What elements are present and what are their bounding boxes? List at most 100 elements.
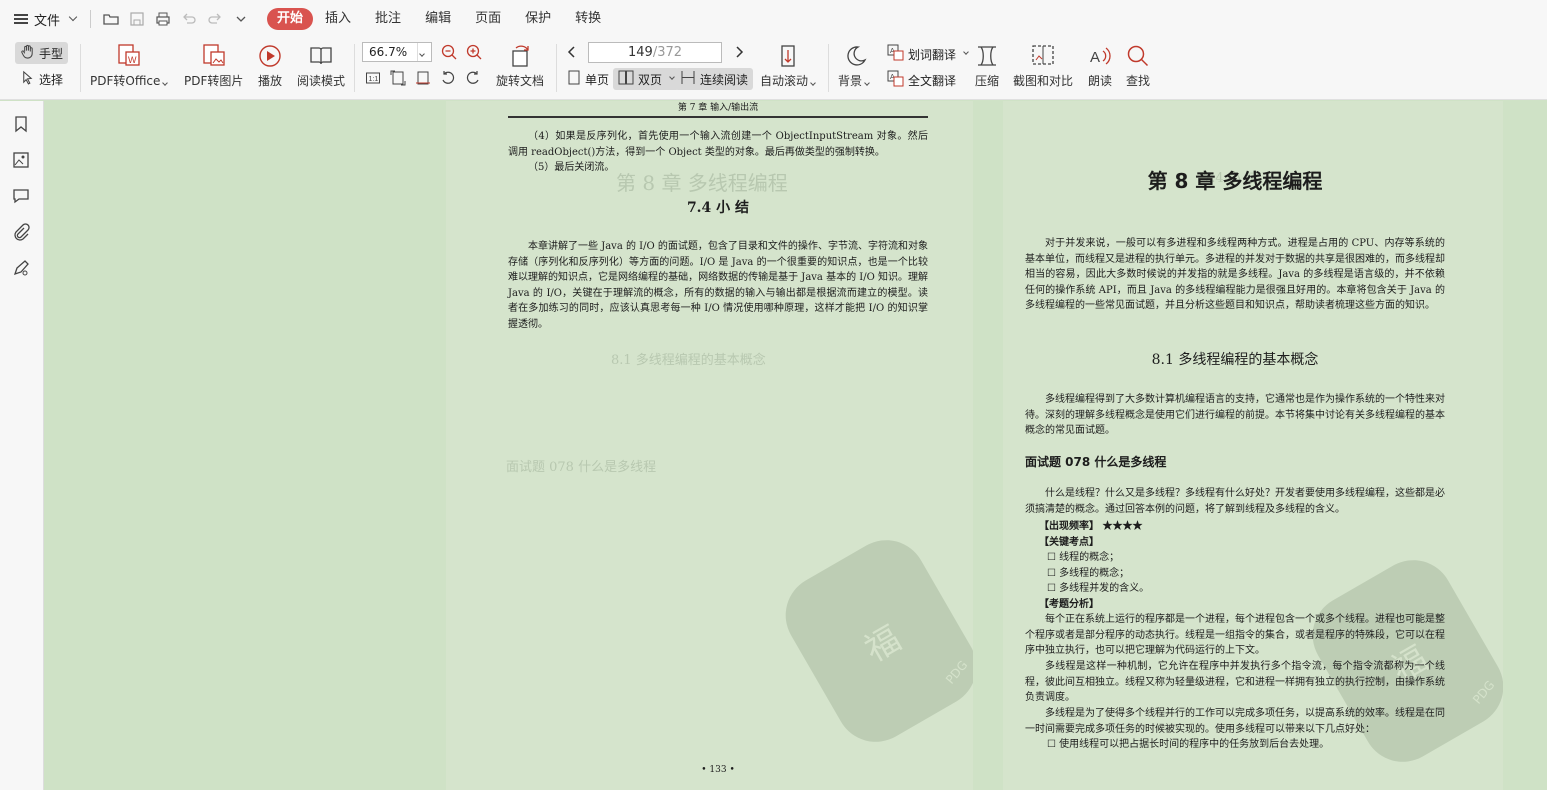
actual-size-icon[interactable]: 1:1: [365, 70, 381, 89]
attachment-icon[interactable]: [12, 223, 30, 241]
tab-insert[interactable]: 插入: [313, 8, 363, 30]
divider: [354, 44, 355, 92]
select-tool-button[interactable]: 选择: [15, 68, 68, 90]
chevron-down-icon: [864, 80, 870, 86]
chevron-down-icon: [963, 49, 969, 55]
zoom-in-icon[interactable]: [466, 44, 483, 64]
page-number-input[interactable]: 149/372: [588, 42, 722, 63]
undo-icon[interactable]: [181, 11, 197, 27]
tab-edit[interactable]: 编辑: [413, 8, 463, 30]
divider: [828, 44, 829, 92]
search-icon: [1125, 42, 1151, 70]
auto-scroll-label: 自动滚动: [760, 74, 809, 88]
read-mode-button[interactable]: 阅读模式: [297, 42, 345, 89]
file-menu[interactable]: 文件: [0, 0, 84, 38]
tab-home[interactable]: 开始: [267, 8, 314, 30]
play-icon: [257, 42, 283, 70]
key-point-text: 多线程并发的含义。: [1059, 583, 1150, 594]
section-intro-paragraph: 多线程编程得到了大多数计算机编程语言的支持，它通常也是作为操作系统的一个特性来对…: [1025, 394, 1445, 437]
play-label: 播放: [257, 74, 282, 88]
select-tool-label: 选择: [39, 72, 64, 87]
rotate-document-button[interactable]: 旋转文档: [496, 42, 544, 89]
list-item: ☐ 线程的概念；: [1047, 552, 1120, 563]
continuous-reading-button[interactable]: 连续阅读: [675, 68, 754, 90]
pdf-to-office-button[interactable]: W PDF转Office: [90, 42, 169, 89]
menu-bar: 文件 开始 插入 批注 编辑 页面 保护 转换: [0, 0, 1547, 38]
chevron-down-icon: [669, 74, 675, 80]
fit-width-icon[interactable]: [415, 70, 431, 89]
compress-icon: [974, 42, 1000, 70]
question-title: 面试题 078 什么是多线程: [1025, 455, 1167, 469]
word-translate-label: 划词翻译: [908, 47, 957, 62]
list-item: ☐ 使用线程可以把占据长时间的程序中的任务放到后台去处理。: [1047, 739, 1330, 750]
hand-tool-button[interactable]: 手型: [15, 42, 69, 64]
find-button[interactable]: 查找: [1125, 42, 1151, 89]
running-header: 第 7 章 输入/输出流: [677, 103, 759, 113]
left-sidebar: [0, 101, 44, 790]
summary-paragraph: 本章讲解了一些 Java 的 I/O 的面试题，包含了目录和文件的操作、字节流、…: [508, 241, 928, 330]
tab-protect[interactable]: 保护: [513, 8, 563, 30]
pdf-to-image-button[interactable]: PDF转图片: [184, 42, 243, 89]
compress-label: 压缩: [974, 74, 999, 88]
translate-icon: A: [887, 44, 904, 64]
full-translate-button[interactable]: A 全文翻译: [882, 68, 961, 92]
pdf-to-word-icon: W: [116, 42, 142, 70]
pdf-to-image-icon: [201, 42, 227, 70]
svg-text:1:1: 1:1: [369, 76, 379, 83]
tab-convert[interactable]: 转换: [563, 8, 613, 30]
play-button[interactable]: 播放: [257, 42, 283, 89]
question-intro-paragraph: 什么是线程？什么又是多线程？多线程有什么好处？开发者要使用多线程编程，这些都是必…: [1025, 488, 1445, 515]
compress-button[interactable]: 压缩: [974, 42, 1000, 89]
divider: [80, 44, 81, 92]
tab-annotate[interactable]: 批注: [363, 8, 413, 30]
zoom-out-icon[interactable]: [441, 44, 458, 64]
print-icon[interactable]: [155, 11, 171, 27]
tab-page[interactable]: 页面: [463, 8, 513, 30]
read-aloud-label: 朗读: [1087, 74, 1112, 88]
redo-icon[interactable]: [207, 11, 223, 27]
signature-icon[interactable]: [12, 259, 30, 277]
double-page-button[interactable]: 双页: [613, 68, 680, 90]
previous-page-icon[interactable]: [565, 45, 579, 62]
auto-scroll-icon: [775, 42, 801, 70]
zoom-select[interactable]: 66.7%: [362, 42, 432, 62]
key-point-text: 线程的概念；: [1059, 552, 1120, 563]
screenshot-compare-button[interactable]: 截图和对比: [1013, 42, 1073, 89]
auto-scroll-button[interactable]: 自动滚动: [760, 42, 816, 89]
document-page-right: 7.4 小 结 福 PDG 第 8 章 多线程编程 对于并发来说，一般可以有多进程…: [1003, 101, 1503, 790]
comment-icon[interactable]: [12, 187, 30, 205]
save-icon[interactable]: [129, 11, 145, 27]
single-page-label: 单页: [585, 72, 610, 87]
show-through-text: 8.1 多线程编程的基本概念: [611, 353, 766, 368]
hand-tool-label: 手型: [39, 46, 64, 61]
single-page-icon: [567, 70, 581, 88]
screenshot-icon: [1030, 42, 1056, 70]
list-item: ☐ 多线程并发的含义。: [1047, 583, 1150, 594]
current-page: 149: [627, 45, 653, 60]
read-aloud-button[interactable]: A 朗读: [1087, 42, 1113, 89]
background-button[interactable]: 背景: [838, 42, 870, 89]
show-through-text: 面试题 078 什么是多线程: [506, 460, 657, 475]
paragraph: （4）如果是反序列化，首先使用一个输入流创建一个 ObjectInputStre…: [508, 131, 928, 158]
pdf-to-office-label: PDF转Office: [90, 74, 161, 88]
toolbar: 手型 选择 W PDF转Office PDF转图片 播放 阅读模式 66.7%: [0, 38, 1547, 100]
word-translate-button[interactable]: A 划词翻译: [882, 42, 973, 66]
double-page-label: 双页: [638, 72, 663, 87]
continuous-reading-label: 连续阅读: [700, 72, 749, 87]
svg-text:A: A: [1090, 49, 1100, 66]
fit-page-icon[interactable]: [390, 70, 406, 89]
thumbnail-icon[interactable]: [12, 151, 30, 169]
rotate-right-icon[interactable]: [465, 70, 481, 89]
chevron-down-icon: [810, 80, 816, 86]
bookmark-icon[interactable]: [12, 115, 30, 133]
more-dropdown-icon[interactable]: [233, 11, 249, 27]
page-number: • 133 •: [701, 765, 735, 775]
continuous-icon: [680, 70, 696, 88]
single-page-button[interactable]: 单页: [562, 68, 614, 90]
watermark-seal: 福 PDG: [771, 525, 973, 757]
rotate-document-icon: [507, 42, 533, 70]
rotate-left-icon[interactable]: [440, 70, 456, 89]
paragraph: （5）最后关闭流。: [528, 162, 615, 173]
open-folder-icon[interactable]: [103, 11, 119, 27]
next-page-icon[interactable]: [732, 45, 746, 62]
